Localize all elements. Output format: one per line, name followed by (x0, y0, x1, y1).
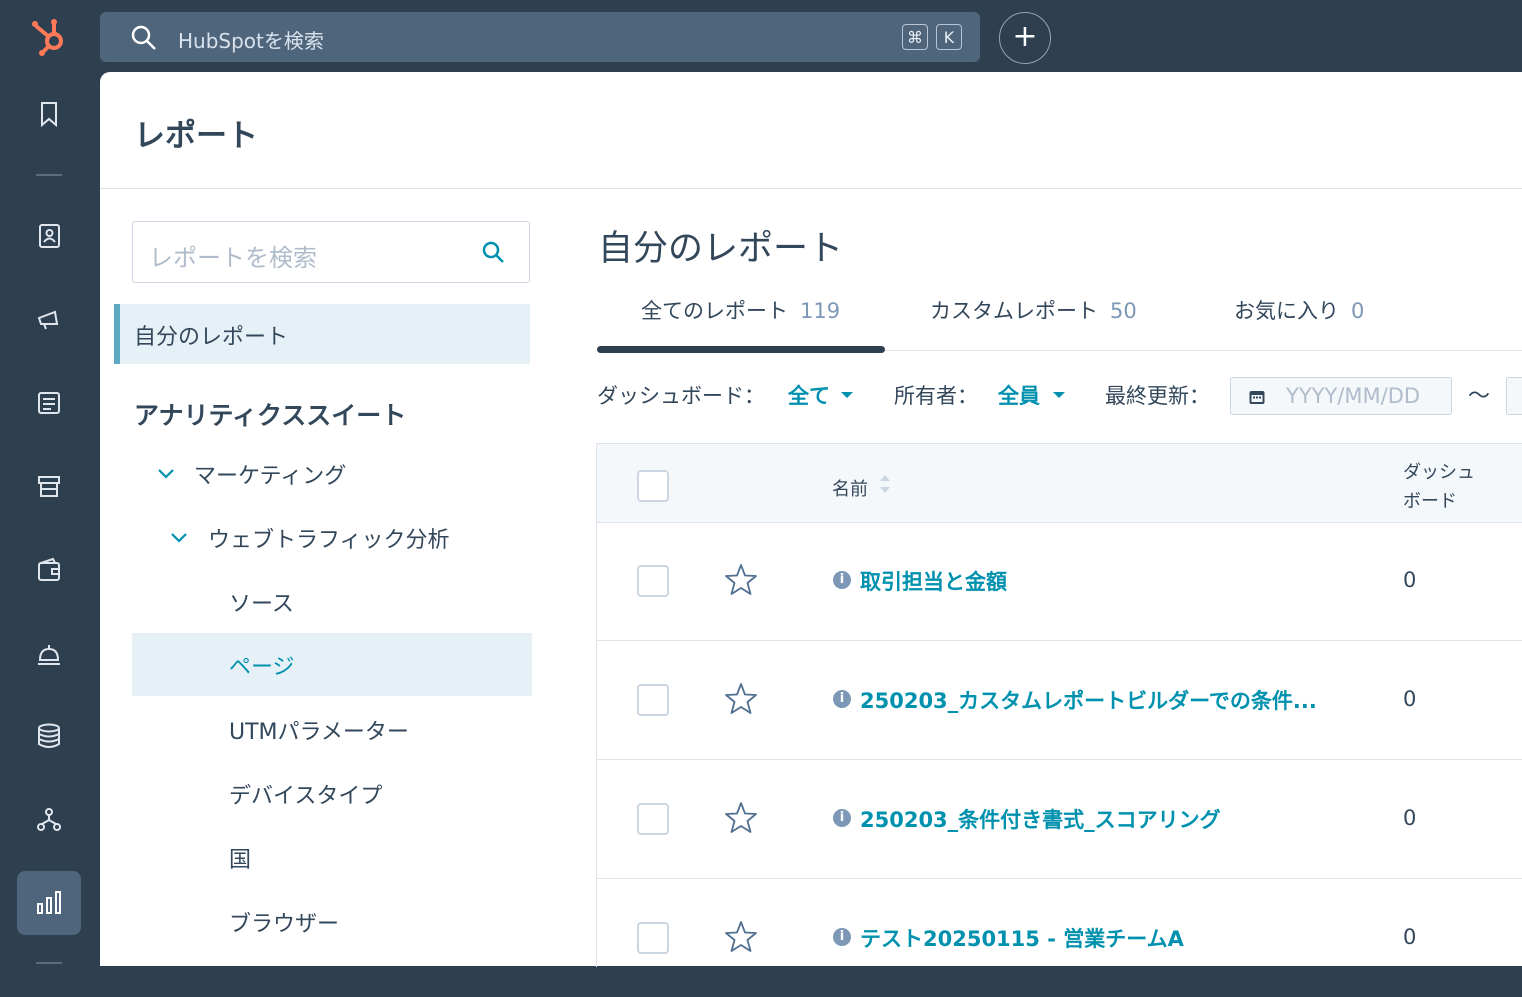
content-title: 自分のレポート (598, 229, 844, 269)
shortcut-k-key: K (936, 24, 962, 50)
sidebar-item-label: ページ (229, 655, 295, 680)
chevron-down-icon[interactable] (156, 467, 176, 481)
select-all-checkbox[interactable] (637, 470, 669, 502)
page-header: レポート (100, 72, 1522, 189)
sidebar-item-pages[interactable]: ページ (132, 633, 532, 696)
date-from-input[interactable]: YYYY/MM/DD (1230, 377, 1452, 415)
report-name-link[interactable]: 250203_条件付き書式_スコアリング (860, 804, 1221, 834)
sidebar-item-device-type[interactable]: デバイスタイプ (229, 778, 382, 810)
filter-owner-label: 所有者： (894, 384, 978, 408)
sidebar-group-web-traffic[interactable]: ウェブトラフィック分析 (208, 522, 450, 554)
info-icon[interactable]: i (833, 809, 851, 827)
row-checkbox[interactable] (637, 565, 669, 597)
dashboard-count: 0 (1403, 806, 1417, 830)
sidebar-section-heading: アナリティクススイート (134, 401, 407, 430)
search-icon[interactable] (481, 240, 507, 266)
service-bell-icon[interactable] (33, 638, 65, 670)
report-search-placeholder: レポートを検索 (149, 244, 317, 272)
sidebar-item-label: 自分のレポート (134, 325, 289, 350)
table-row: i 取引担当と金額 0 (597, 522, 1522, 641)
nav-divider (36, 174, 62, 176)
sidebar-item-browser[interactable]: ブラウザー (229, 906, 339, 938)
tab-label: お気に入り (1234, 299, 1339, 323)
reports-table: 名前 ダッシュ ボード i 取引担当と金額 0 i 250203_カスタムレポー… (596, 443, 1522, 967)
filter-dashboard-dropdown[interactable]: 全て (788, 380, 830, 410)
table-row: i 250203_カスタムレポートビルダーでの条件... 0 (597, 641, 1522, 760)
database-icon[interactable] (33, 720, 65, 752)
date-to-input[interactable] (1506, 377, 1522, 415)
star-icon[interactable] (723, 800, 759, 836)
star-icon[interactable] (723, 681, 759, 717)
date-placeholder: YYYY/MM/DD (1286, 384, 1421, 408)
info-icon[interactable]: i (833, 690, 851, 708)
column-header-line: ボード (1403, 491, 1457, 512)
star-icon[interactable] (723, 919, 759, 955)
commerce-store-icon[interactable] (33, 470, 65, 502)
page-title: レポート (134, 118, 258, 154)
bookmark-icon[interactable] (33, 98, 65, 130)
content-icon[interactable] (33, 387, 65, 419)
table-row: i テスト20250115 - 営業チームA 0 (597, 879, 1522, 997)
tab-active-indicator (597, 346, 885, 353)
tab-custom-reports[interactable]: カスタムレポート 50 (930, 295, 1137, 325)
tab-count: 119 (800, 299, 841, 323)
sidebar-item-source[interactable]: ソース (229, 586, 294, 618)
row-checkbox[interactable] (637, 922, 669, 954)
row-checkbox[interactable] (637, 684, 669, 716)
main-panel: レポート レポートを検索 自分のレポート アナリティクススイート マーケティング… (100, 72, 1522, 967)
sidebar-item-my-reports[interactable]: 自分のレポート (114, 304, 530, 364)
report-name-link[interactable]: 250203_カスタムレポートビルダーでの条件... (860, 685, 1317, 715)
info-icon[interactable]: i (833, 571, 851, 589)
date-range-separator: 〜 (1468, 384, 1491, 409)
tab-label: カスタムレポート (930, 299, 1098, 323)
dashboard-count: 0 (1403, 687, 1417, 711)
sidebar-group-marketing[interactable]: マーケティング (194, 458, 346, 490)
nav-divider-bottom (36, 962, 62, 964)
filter-updated-label: 最終更新： (1105, 384, 1210, 408)
contacts-icon[interactable] (33, 220, 65, 252)
info-icon[interactable]: i (833, 928, 851, 946)
tab-label: 全てのレポート (641, 299, 788, 323)
search-icon (131, 25, 156, 50)
caret-down-icon[interactable] (841, 392, 853, 398)
shortcut-cmd-key: ⌘ (902, 24, 928, 50)
nav-reports-active[interactable] (17, 871, 81, 935)
tab-count: 50 (1110, 299, 1137, 323)
sidebar-item-country[interactable]: 国 (229, 842, 251, 874)
filter-dashboard-label: ダッシュボード： (597, 384, 765, 408)
reports-bar-chart-icon (37, 891, 61, 914)
table-header: 名前 ダッシュ ボード (597, 444, 1522, 523)
column-header-name[interactable]: 名前 (832, 475, 868, 501)
report-search-input[interactable]: レポートを検索 (132, 221, 530, 283)
star-icon[interactable] (723, 562, 759, 598)
report-name-link[interactable]: テスト20250115 - 営業チームA (860, 923, 1184, 953)
tab-all-reports[interactable]: 全てのレポート 119 (641, 295, 840, 325)
marketing-megaphone-icon[interactable] (33, 304, 65, 336)
global-search-input[interactable]: HubSpotを検索 ⌘ K (100, 12, 980, 62)
tab-count: 0 (1351, 299, 1365, 323)
search-placeholder: HubSpotを検索 (178, 29, 324, 53)
dashboard-count: 0 (1403, 925, 1417, 949)
automation-workflow-icon[interactable] (33, 804, 65, 836)
column-header-dashboards[interactable]: ダッシュ ボード (1403, 458, 1475, 516)
top-bar: HubSpotを検索 ⌘ K + (0, 0, 1522, 72)
caret-down-icon[interactable] (1053, 392, 1065, 398)
create-button[interactable]: + (999, 12, 1051, 64)
row-checkbox[interactable] (637, 803, 669, 835)
sidebar-item-utm[interactable]: UTMパラメーター (229, 714, 409, 746)
tab-favorites[interactable]: お気に入り 0 (1234, 295, 1364, 325)
wallet-icon[interactable] (33, 554, 65, 586)
column-header-line: ダッシュ (1403, 462, 1475, 483)
table-row: i 250203_条件付き書式_スコアリング 0 (597, 760, 1522, 879)
hubspot-logo-icon[interactable] (28, 14, 72, 58)
filter-owner-dropdown[interactable]: 全員 (998, 380, 1040, 410)
report-name-link[interactable]: 取引担当と金額 (860, 566, 1007, 596)
dashboard-count: 0 (1403, 568, 1417, 592)
chevron-down-icon[interactable] (169, 531, 189, 545)
sort-icon[interactable] (879, 472, 891, 496)
calendar-icon (1249, 391, 1265, 404)
left-nav (0, 72, 100, 966)
